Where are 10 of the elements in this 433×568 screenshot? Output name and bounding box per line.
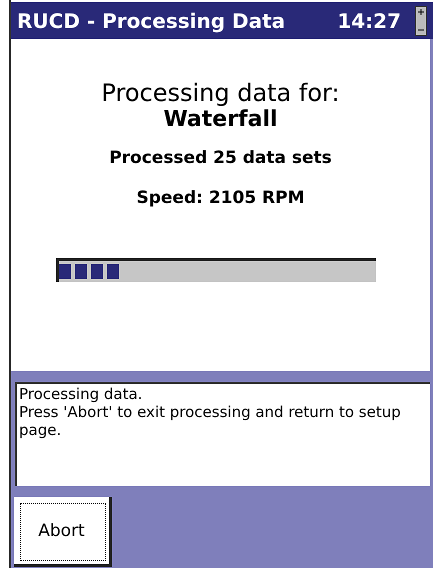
count-text: Processed 25 data sets: [109, 148, 332, 168]
heading: Processing data for:: [101, 79, 340, 107]
subject-name: Waterfall: [163, 107, 278, 132]
speed-text: Speed: 2105 RPM: [136, 188, 305, 208]
message-text: Processing data.: [19, 385, 144, 403]
abort-button[interactable]: Abort: [14, 497, 112, 567]
window-title: RUCD - Processing Data: [17, 8, 286, 32]
clock: 14:27: [337, 8, 401, 32]
message-text: Press 'Abort' to exit processing and return to setup page.: [19, 403, 402, 439]
spin-control-icon[interactable]: [415, 6, 427, 36]
